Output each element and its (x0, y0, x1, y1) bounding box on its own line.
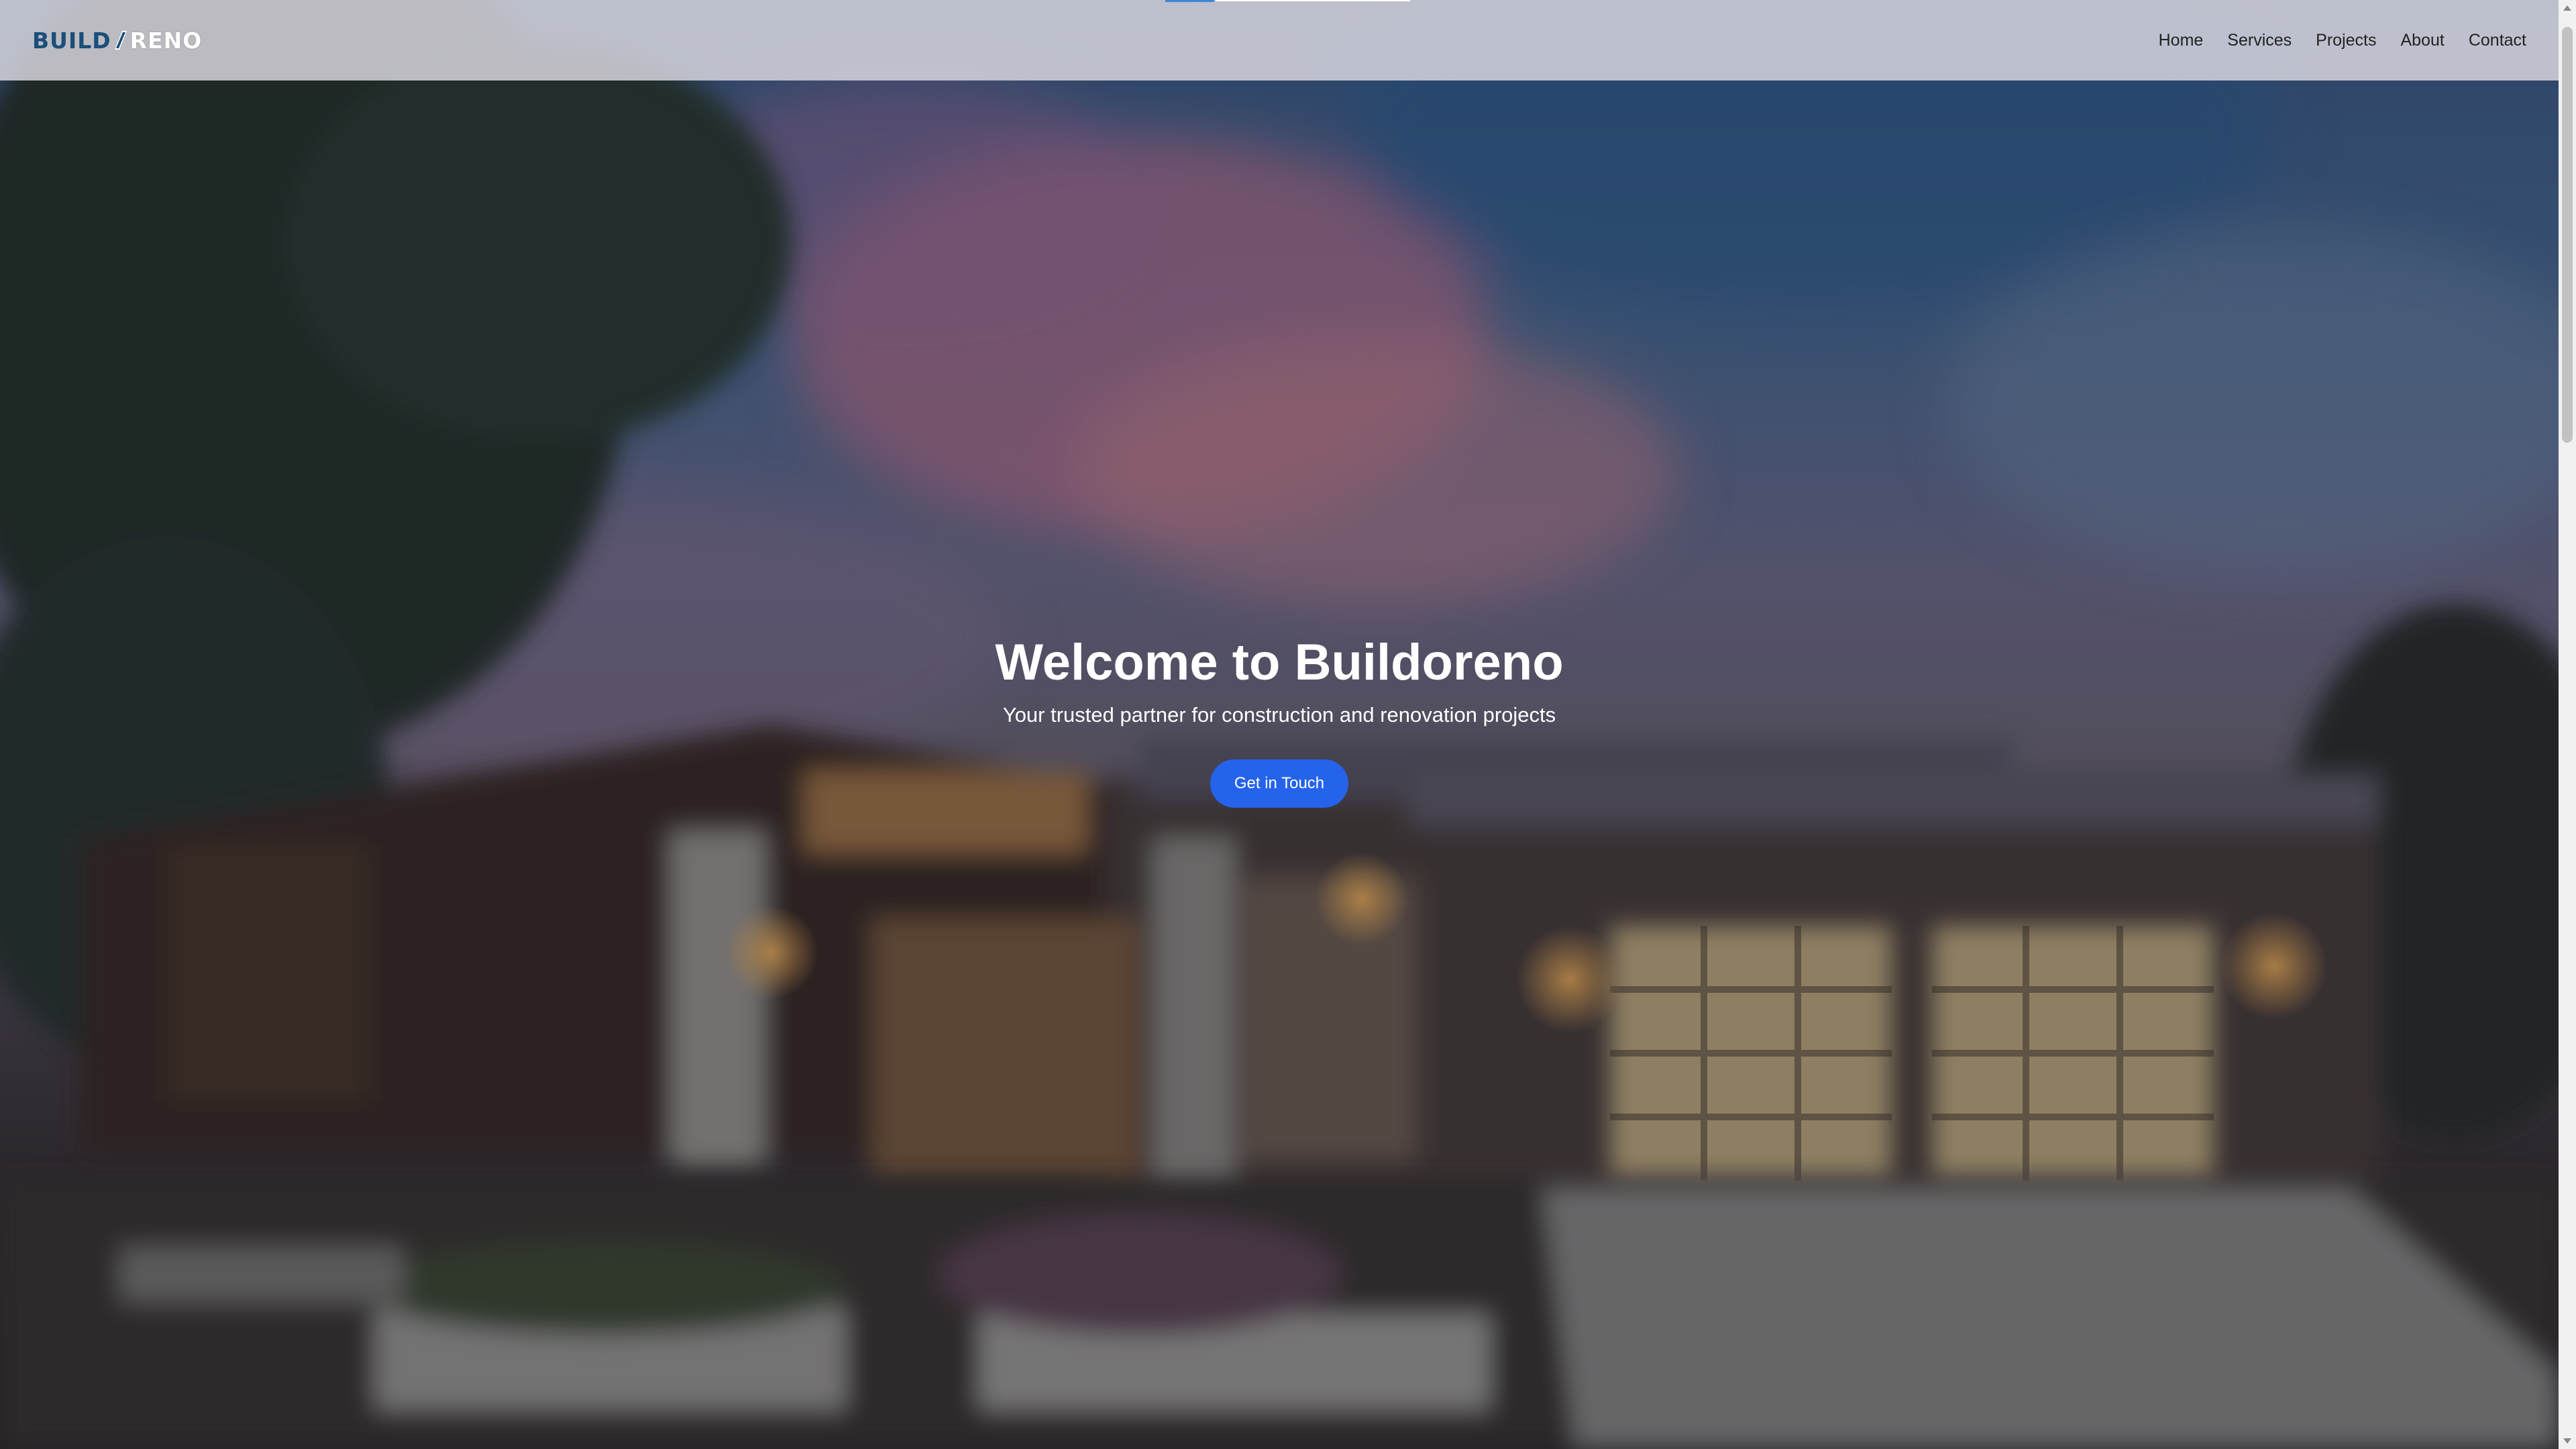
page-scrollbar[interactable] (2559, 0, 2576, 1449)
hero-title: Welcome to Buildoreno (995, 634, 1564, 691)
top-navbar: BUILD RENO Home Services Projects About … (0, 0, 2559, 80)
main-nav: Home Services Projects About Contact (2159, 31, 2526, 50)
logo-text-build: BUILD (32, 27, 111, 54)
nav-link-projects[interactable]: Projects (2316, 31, 2376, 50)
scroll-up-arrow-icon[interactable] (2563, 5, 2571, 11)
nav-link-services[interactable]: Services (2227, 31, 2292, 50)
page-load-indicator (1165, 0, 1214, 2)
logo-text-reno: RENO (129, 27, 203, 54)
get-in-touch-button[interactable]: Get in Touch (1210, 759, 1349, 808)
page-load-track (1216, 0, 1410, 1)
scrollbar-thumb[interactable] (2562, 27, 2573, 443)
nav-link-home[interactable]: Home (2159, 31, 2204, 50)
nav-link-contact[interactable]: Contact (2469, 31, 2526, 50)
scroll-down-arrow-icon[interactable] (2563, 1438, 2571, 1444)
nav-link-about[interactable]: About (2400, 31, 2444, 50)
slash-mark-icon (114, 31, 127, 50)
brand-logo[interactable]: BUILD RENO (32, 28, 202, 54)
hero-subtitle: Your trusted partner for construction an… (1002, 703, 1556, 727)
hero-section: Welcome to Buildoreno Your trusted partn… (0, 631, 2559, 808)
